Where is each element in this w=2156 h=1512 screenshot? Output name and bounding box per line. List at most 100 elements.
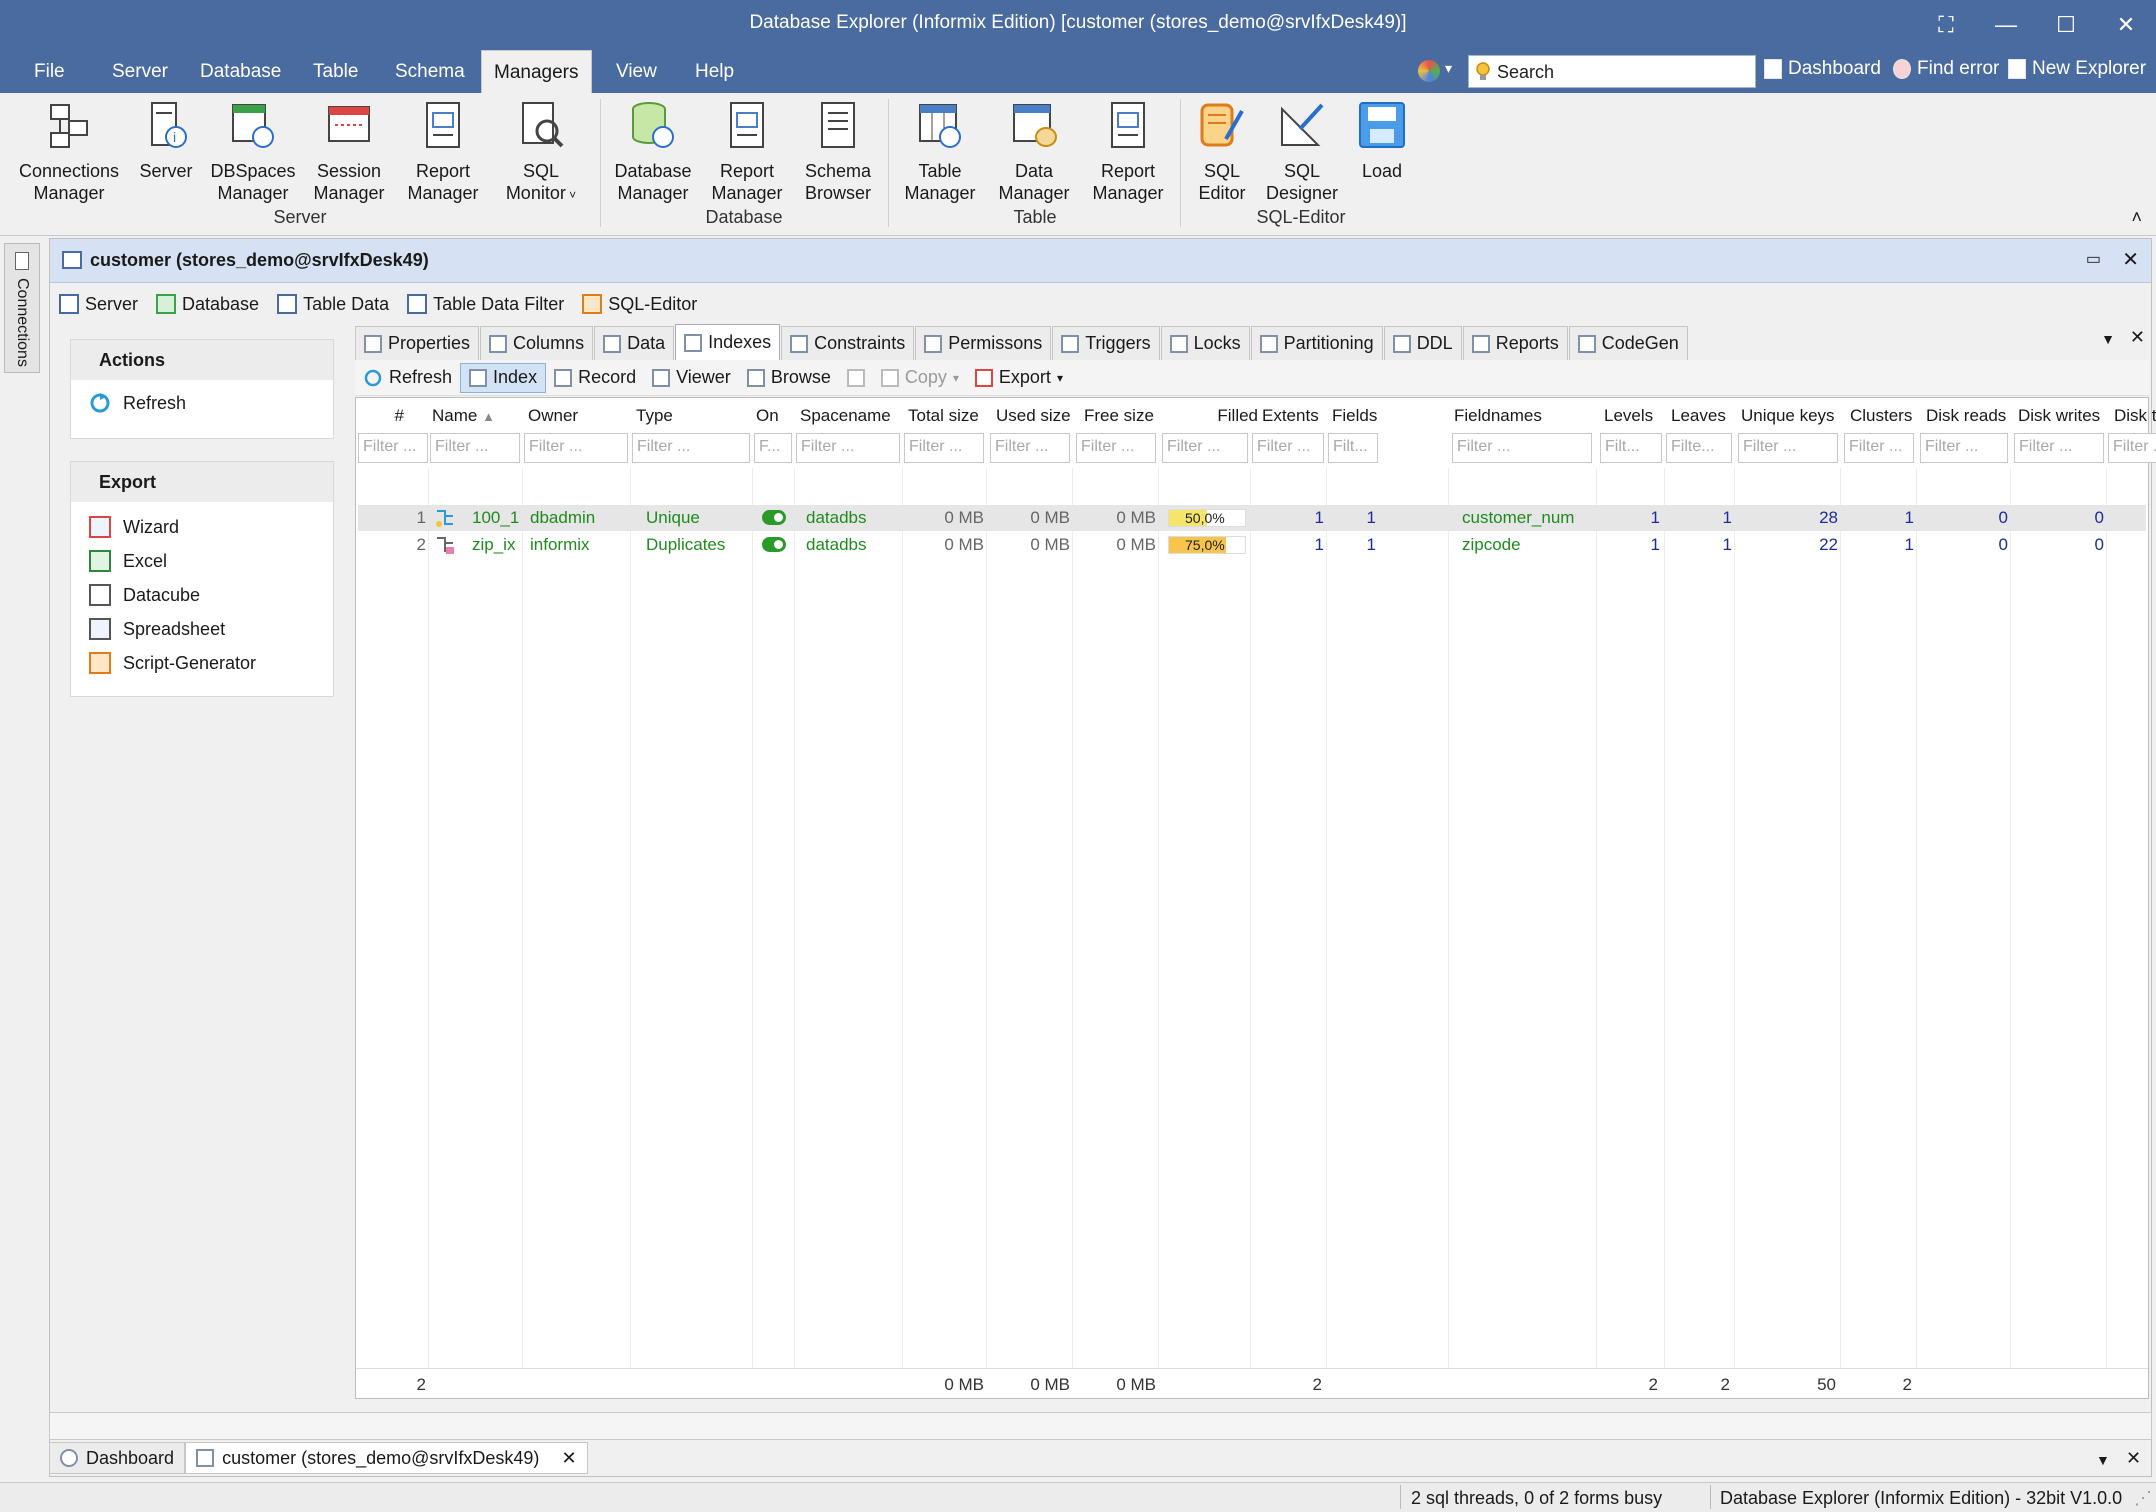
grid-viewer-button[interactable]: Viewer <box>644 363 739 393</box>
refresh-action[interactable]: Refresh <box>71 386 333 420</box>
report-manager-database-button[interactable]: Report Manager <box>704 99 790 204</box>
filter-unique-keys[interactable]: Filter ... <box>1738 433 1838 463</box>
theme-icon[interactable] <box>1418 60 1440 82</box>
filter-extents[interactable]: Filter ... <box>1252 433 1324 463</box>
database-link[interactable]: Database <box>147 287 268 321</box>
report-manager-table-button[interactable]: Report Manager <box>1086 99 1170 204</box>
export-wizard-item[interactable]: Wizard <box>71 510 333 544</box>
tab-locks[interactable]: Locks <box>1160 326 1250 360</box>
menu-schema[interactable]: Schema <box>383 50 477 93</box>
col-header-unique-keys[interactable]: Unique keys <box>1741 406 1835 426</box>
grid-index-button[interactable]: Index <box>460 362 547 393</box>
filter-disk-reads[interactable]: Filter ... <box>1920 433 2008 463</box>
session-manager-button[interactable]: Session Manager <box>306 99 392 204</box>
filter-type[interactable]: Filter ... <box>632 433 750 463</box>
filter-on[interactable]: F... <box>754 433 792 463</box>
filter-leaves[interactable]: Filte... <box>1666 433 1732 463</box>
sql-editor-link[interactable]: SQL-Editor <box>573 287 706 321</box>
col-header-disk-reads[interactable]: Disk reads <box>1926 406 2006 426</box>
grid-browse-button[interactable]: Browse <box>739 363 839 393</box>
tab-constraints[interactable]: Constraints <box>781 326 915 360</box>
dashboard-button[interactable]: Dashboard <box>1764 58 1881 80</box>
filter-used-size[interactable]: Filter ... <box>990 433 1070 463</box>
col-header-free-size[interactable]: Free size <box>1084 406 1154 426</box>
filter-levels[interactable]: Filt... <box>1600 433 1662 463</box>
tab-columns[interactable]: Columns <box>480 326 594 360</box>
menu-database[interactable]: Database <box>188 50 293 93</box>
grid-refresh-button[interactable]: Refresh <box>355 363 460 393</box>
table-data-filter-link[interactable]: Table Data Filter <box>398 287 573 321</box>
col-header-levels[interactable]: Levels <box>1604 406 1653 426</box>
menu-file[interactable]: File <box>22 50 77 93</box>
export-spreadsheet-item[interactable]: Spreadsheet <box>71 612 333 646</box>
pin-icon[interactable]: ▭ <box>2086 249 2101 269</box>
col-header-number[interactable]: # <box>364 406 404 426</box>
tab-properties[interactable]: Properties <box>355 326 480 360</box>
server-button[interactable]: i Server <box>134 99 198 182</box>
filter-clusters[interactable]: Filter ... <box>1844 433 1914 463</box>
col-header-used-size[interactable]: Used size <box>996 406 1071 426</box>
sql-monitor-button[interactable]: SQL Monitor ˅ <box>494 99 588 206</box>
schema-browser-button[interactable]: Schema Browser <box>796 99 880 204</box>
col-header-disk-writes[interactable]: Disk writes <box>2018 406 2100 426</box>
report-manager-server-button[interactable]: Report Manager <box>400 99 486 204</box>
close-window-button[interactable]: ✕ <box>2096 0 2156 50</box>
grid-export-button[interactable]: Export ▾ <box>967 363 1071 393</box>
col-header-type[interactable]: Type <box>636 406 673 426</box>
filter-spacename[interactable]: Filter ... <box>796 433 900 463</box>
menu-managers[interactable]: Managers <box>481 50 592 93</box>
tab-reports[interactable]: Reports <box>1462 326 1568 360</box>
tabs-dropdown-icon[interactable]: ▼ <box>2101 331 2115 347</box>
maximize-button[interactable]: ☐ <box>2036 0 2096 50</box>
filter-fieldnames[interactable]: Filter ... <box>1452 433 1592 463</box>
menu-view[interactable]: View <box>604 50 669 93</box>
col-header-disk-total[interactable]: Disk total <box>2114 406 2156 426</box>
menu-table[interactable]: Table <box>301 50 370 93</box>
minimize-button[interactable]: — <box>1976 0 2036 50</box>
export-excel-item[interactable]: Excel <box>71 544 333 578</box>
connections-manager-button[interactable]: Connections Manager <box>12 99 126 204</box>
filter-disk-writes[interactable]: Filter ... <box>2014 433 2104 463</box>
sql-editor-button[interactable]: SQL Editor <box>1190 99 1254 204</box>
filter-free-size[interactable]: Filter ... <box>1076 433 1156 463</box>
grid-copy-button[interactable]: Copy ▾ <box>873 363 967 393</box>
export-datacube-item[interactable]: Datacube <box>71 578 333 612</box>
tab-dashboard[interactable]: Dashboard <box>49 1442 186 1474</box>
tab-codegen[interactable]: CodeGen <box>1568 326 1688 360</box>
tab-partitioning[interactable]: Partitioning <box>1250 326 1383 360</box>
filter-fields[interactable]: Filt... <box>1328 433 1378 463</box>
load-button[interactable]: Load <box>1350 99 1414 182</box>
tab-permissions[interactable]: Permissons <box>915 326 1052 360</box>
filter-number[interactable]: Filter ... <box>358 433 428 463</box>
filter-name[interactable]: Filter ... <box>430 433 520 463</box>
tab-customer[interactable]: customer (stores_demo@srvIfxDesk49) ✕ <box>185 1442 588 1474</box>
find-error-button[interactable]: Find error <box>1893 58 1999 80</box>
sql-designer-button[interactable]: SQL Designer <box>1262 99 1342 204</box>
focus-icon[interactable]: ⛶ <box>1916 0 1976 50</box>
data-manager-button[interactable]: Data Manager <box>992 99 1076 204</box>
tab-triggers[interactable]: Triggers <box>1052 326 1160 360</box>
close-tab-icon[interactable]: ✕ <box>2130 327 2145 348</box>
col-header-fieldnames[interactable]: Fieldnames <box>1454 406 1542 426</box>
menu-help[interactable]: Help <box>683 50 746 93</box>
col-header-on[interactable]: On <box>756 406 779 426</box>
filter-total-size[interactable]: Filter ... <box>904 433 984 463</box>
connections-side-tab[interactable]: Connections <box>4 243 40 373</box>
grid-layout-button[interactable] <box>839 363 873 393</box>
tab-indexes[interactable]: Indexes <box>675 324 781 360</box>
document-tabs-dropdown-icon[interactable]: ▼ <box>2096 1452 2110 1468</box>
filter-filled[interactable]: Filter ... <box>1162 433 1248 463</box>
col-header-name[interactable]: Name ▲ <box>432 406 495 426</box>
col-header-fields[interactable]: Fields <box>1332 406 1377 426</box>
resize-grip-icon[interactable]: ⋰ <box>2134 1488 2152 1509</box>
col-header-total-size[interactable]: Total size <box>908 406 979 426</box>
col-header-filled[interactable]: Filled <box>1198 406 1258 426</box>
database-manager-button[interactable]: Database Manager <box>612 99 694 204</box>
export-script-generator-item[interactable]: Script-Generator <box>71 646 333 680</box>
table-row[interactable]: 1 100_1 dbadmin Unique datadbs 0 MB 0 MB… <box>358 505 2146 531</box>
server-link[interactable]: Server <box>50 287 147 321</box>
col-header-extents[interactable]: Extents <box>1262 406 1319 426</box>
col-header-spacename[interactable]: Spacename <box>800 406 891 426</box>
index-enabled-toggle[interactable] <box>762 537 786 552</box>
close-tab-icon[interactable]: ✕ <box>561 1448 576 1469</box>
